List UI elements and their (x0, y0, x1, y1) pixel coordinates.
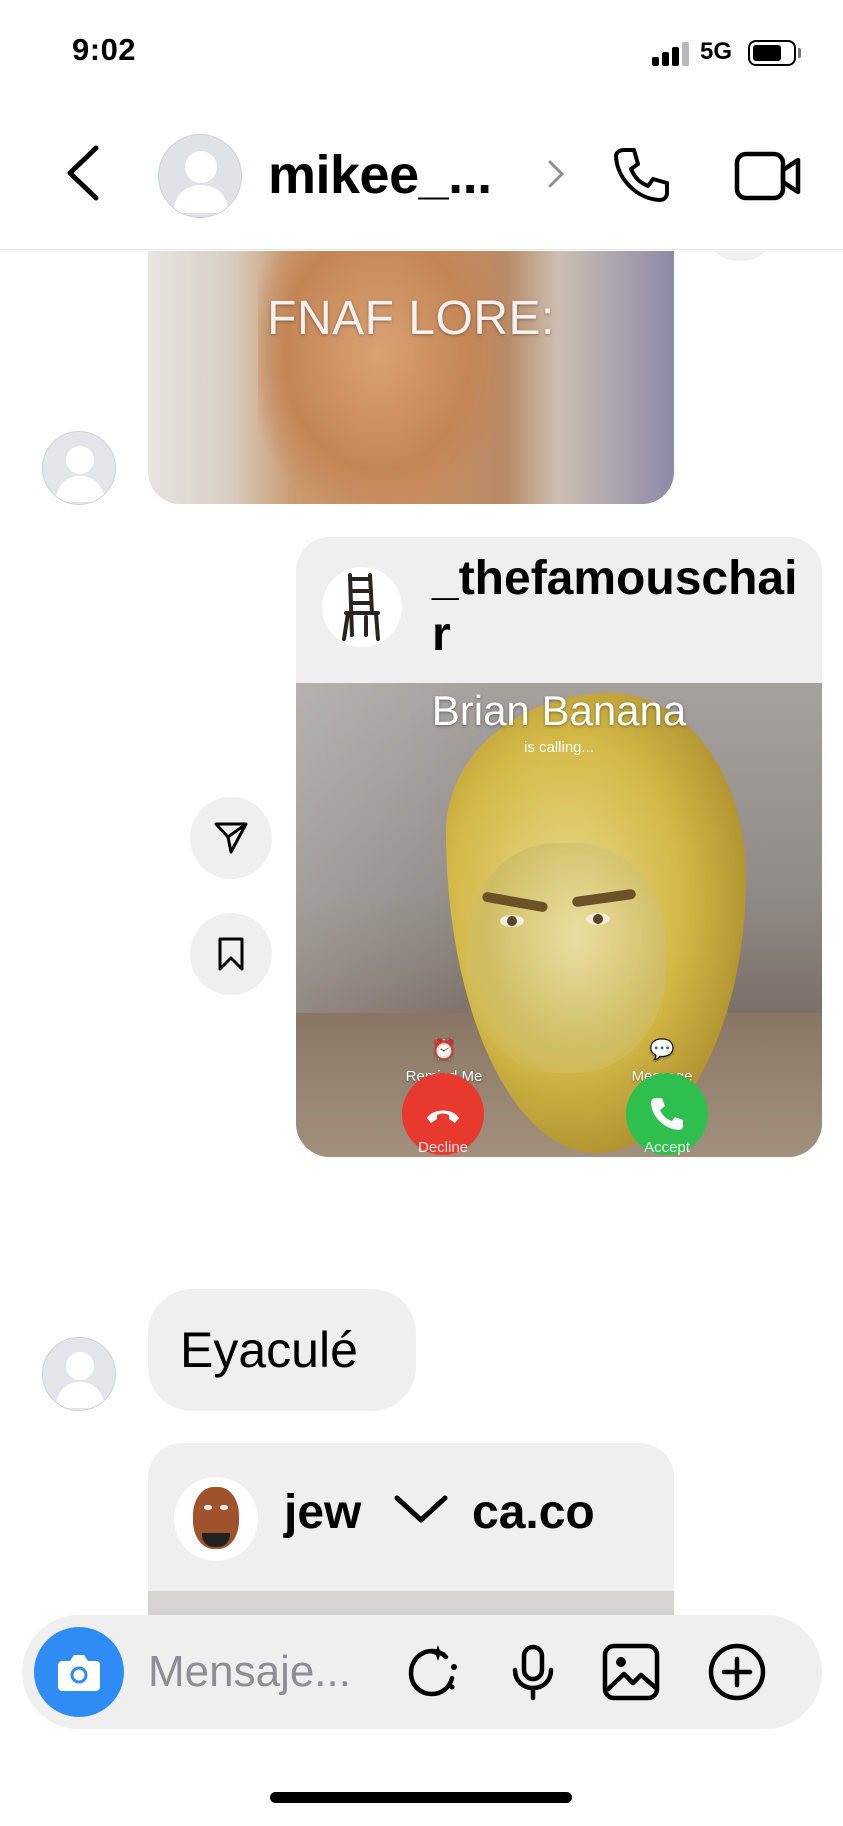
back-button[interactable] (60, 142, 104, 204)
contact-avatar[interactable] (158, 134, 242, 218)
save-button[interactable] (190, 913, 272, 995)
eye-left (500, 915, 524, 927)
message-bubble-icon: 💬 (649, 1039, 675, 1061)
more-options-button[interactable] (706, 1641, 768, 1703)
camera-icon (58, 1655, 100, 1691)
phone-icon (651, 1098, 683, 1130)
sticker-button[interactable] (402, 1641, 464, 1703)
accept-label: Accept (644, 1139, 690, 1156)
caller-name: Brian Banana (431, 687, 687, 734)
video-camera-icon (734, 151, 801, 201)
mii-eye-left (204, 1505, 212, 1510)
hang-up-icon (427, 1110, 459, 1123)
status-time: 9:02 (72, 32, 137, 67)
message-composer: Mensaje... (22, 1615, 822, 1729)
chevron-left-icon (67, 145, 99, 201)
shared-post[interactable]: jew ca.co (148, 1443, 674, 1621)
mii-eye-right (220, 1505, 228, 1510)
gallery-icon (602, 1643, 660, 1701)
message-input[interactable]: Mensaje... (148, 1647, 351, 1697)
default-avatar-icon (55, 1352, 105, 1408)
post-image[interactable]: Brian Banana is calling... ⏰ Remind Me 💬… (296, 683, 822, 1157)
partial-action-button[interactable] (700, 251, 780, 261)
post-author-username[interactable]: _thefamouschair (432, 551, 802, 663)
eye-right (586, 913, 610, 925)
phone-icon (614, 148, 669, 202)
post-author-avatar[interactable] (322, 567, 402, 647)
decline-label: Decline (417, 1139, 469, 1156)
shared-post-header[interactable]: _thefamouschair (296, 537, 822, 683)
chair-icon (342, 573, 380, 641)
post-author-username-start[interactable]: jew (284, 1485, 361, 1540)
video-call-button[interactable] (734, 148, 802, 204)
scroll-to-bottom-button[interactable] (392, 1492, 450, 1526)
alarm-clock-icon: ⏰ (431, 1039, 457, 1061)
caller-status: is calling... (523, 739, 595, 756)
sender-avatar[interactable] (42, 1337, 116, 1411)
message-text: Eyaculé (180, 1322, 358, 1378)
share-icon (214, 822, 248, 854)
shared-post[interactable]: _thefamouschair Brian Banana is calling.… (296, 537, 822, 1157)
microphone-icon (512, 1644, 554, 1701)
network-type: 5G (700, 38, 733, 65)
default-avatar-icon (173, 151, 229, 213)
message-list[interactable]: FNAF LORE: _thefamouschair Brian Banana … (0, 251, 843, 1621)
post-author-avatar[interactable] (174, 1477, 258, 1561)
status-bar: 9:02 5G (0, 0, 843, 100)
bookmark-icon (218, 937, 244, 971)
chevron-right-icon[interactable] (546, 156, 566, 192)
signal-strength-icon (652, 42, 692, 66)
chevron-down-icon (394, 1495, 448, 1523)
text-message-bubble[interactable]: Eyaculé (148, 1289, 416, 1411)
battery-icon (748, 40, 796, 66)
media-message[interactable]: FNAF LORE: (148, 251, 674, 504)
home-indicator[interactable] (270, 1792, 572, 1803)
gallery-button[interactable] (600, 1641, 662, 1703)
contact-username[interactable]: mikee_... (268, 144, 492, 206)
camera-button[interactable] (34, 1627, 124, 1717)
default-avatar-icon (55, 446, 105, 502)
media-caption: FNAF LORE: (267, 292, 555, 345)
voice-call-button[interactable] (610, 144, 672, 206)
share-button[interactable] (190, 797, 272, 879)
sender-avatar[interactable] (42, 431, 116, 505)
plus-circle-icon (708, 1643, 766, 1701)
voice-message-button[interactable] (502, 1641, 564, 1703)
media-image (258, 251, 498, 504)
post-author-username-end[interactable]: ca.co (472, 1485, 595, 1540)
sticker-icon (408, 1645, 457, 1697)
battery-tip (798, 48, 801, 58)
chat-header: mikee_... (0, 100, 843, 250)
